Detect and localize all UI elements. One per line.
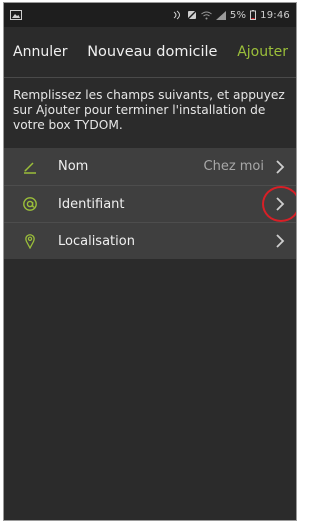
settings-list: Nom Chez moi Identifiant Localisation: [4, 148, 296, 259]
row-value: Chez moi: [203, 159, 265, 174]
wifi-icon: [201, 11, 212, 20]
instructions-text: Remplissez les champs suivants, et appuy…: [13, 88, 285, 132]
cancel-button[interactable]: Annuler: [13, 44, 67, 60]
chevron-right-icon[interactable]: [274, 233, 286, 249]
highlight-circle: [262, 186, 296, 222]
battery-percent: 5%: [229, 9, 247, 21]
at-sign-icon: [22, 196, 38, 212]
battery-icon: [250, 10, 257, 20]
status-bar: 5% 19:46: [4, 3, 296, 27]
row-label: Identifiant: [58, 196, 125, 212]
add-button[interactable]: Ajouter: [237, 44, 288, 60]
chevron-right-icon[interactable]: [274, 159, 286, 175]
signal-icon: [215, 10, 226, 20]
row-localisation[interactable]: Localisation: [4, 222, 296, 259]
image-icon: [10, 10, 22, 20]
nfc-icon: [173, 10, 183, 20]
navigation-bar: Annuler Nouveau domicile Ajouter: [4, 27, 296, 77]
row-label: Localisation: [58, 233, 135, 249]
pencil-icon: [22, 159, 38, 175]
status-time: 19:46: [260, 9, 290, 21]
row-identifiant[interactable]: Identifiant: [4, 185, 296, 222]
mute-icon: [187, 10, 197, 20]
phone-screen: 5% 19:46 Annuler Nouveau domicile Ajoute…: [3, 2, 297, 521]
row-label: Nom: [58, 159, 89, 174]
page-title: Nouveau domicile: [87, 44, 218, 60]
location-pin-icon: [22, 233, 38, 249]
row-nom[interactable]: Nom Chez moi: [4, 148, 296, 185]
